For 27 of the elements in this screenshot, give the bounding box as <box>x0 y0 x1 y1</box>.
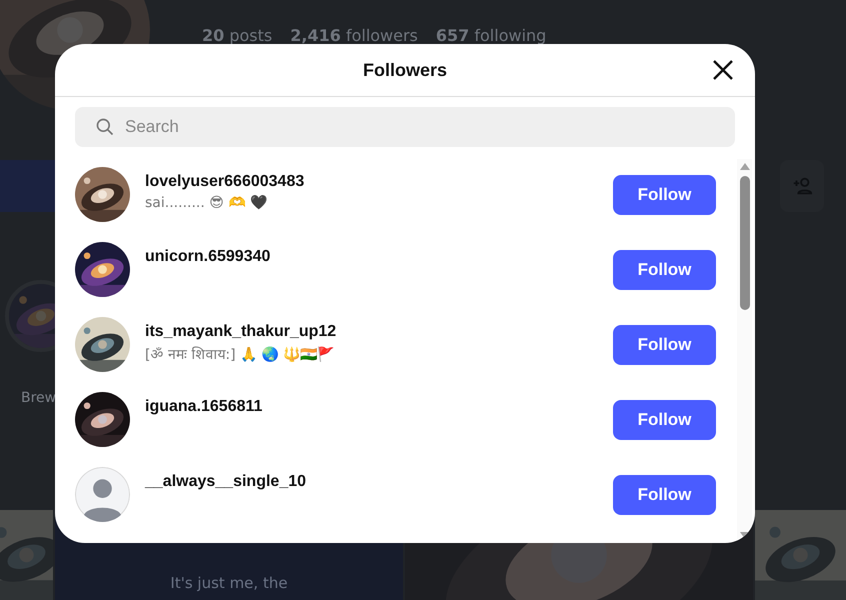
profile-stat: 2,416 followers <box>290 26 418 45</box>
profile-stat: 657 following <box>436 26 546 45</box>
tab-bar <box>0 160 55 212</box>
scroll-down-icon[interactable] <box>740 532 750 539</box>
default-avatar-icon <box>75 467 130 522</box>
username[interactable]: iguana.1656811 <box>145 398 613 416</box>
search-field[interactable]: Search <box>75 107 735 147</box>
follow-button[interactable]: Follow <box>613 400 716 440</box>
user-bio: [ॐ नमः शिवाय:] 🙏 🌏 🔱🇮🇳🚩 <box>145 346 335 363</box>
scrollbar[interactable] <box>737 159 752 543</box>
follow-button[interactable]: Follow <box>613 250 716 290</box>
username[interactable]: unicorn.6599340 <box>145 248 613 266</box>
follow-button[interactable]: Follow <box>613 474 716 514</box>
story-label: Brew <box>21 390 56 406</box>
follow-button[interactable]: Follow <box>613 174 716 214</box>
post-caption: It's just me, the <box>170 574 288 592</box>
close-icon <box>711 58 735 82</box>
profile-stat: 20 posts <box>202 26 272 45</box>
username[interactable]: its_mayank_thakur_up12 <box>145 323 613 341</box>
username[interactable]: lovelyuser666003483 <box>145 173 613 191</box>
username[interactable]: __always__single_10 <box>145 473 613 491</box>
add-person-icon <box>791 175 813 197</box>
scrollbar-thumb[interactable] <box>740 176 750 310</box>
follow-button[interactable]: Follow <box>613 324 716 364</box>
dialog-title: Followers <box>362 60 447 80</box>
close-button[interactable] <box>711 58 735 82</box>
user-bio: sai......... 😎 🫶 🖤 <box>145 194 268 211</box>
